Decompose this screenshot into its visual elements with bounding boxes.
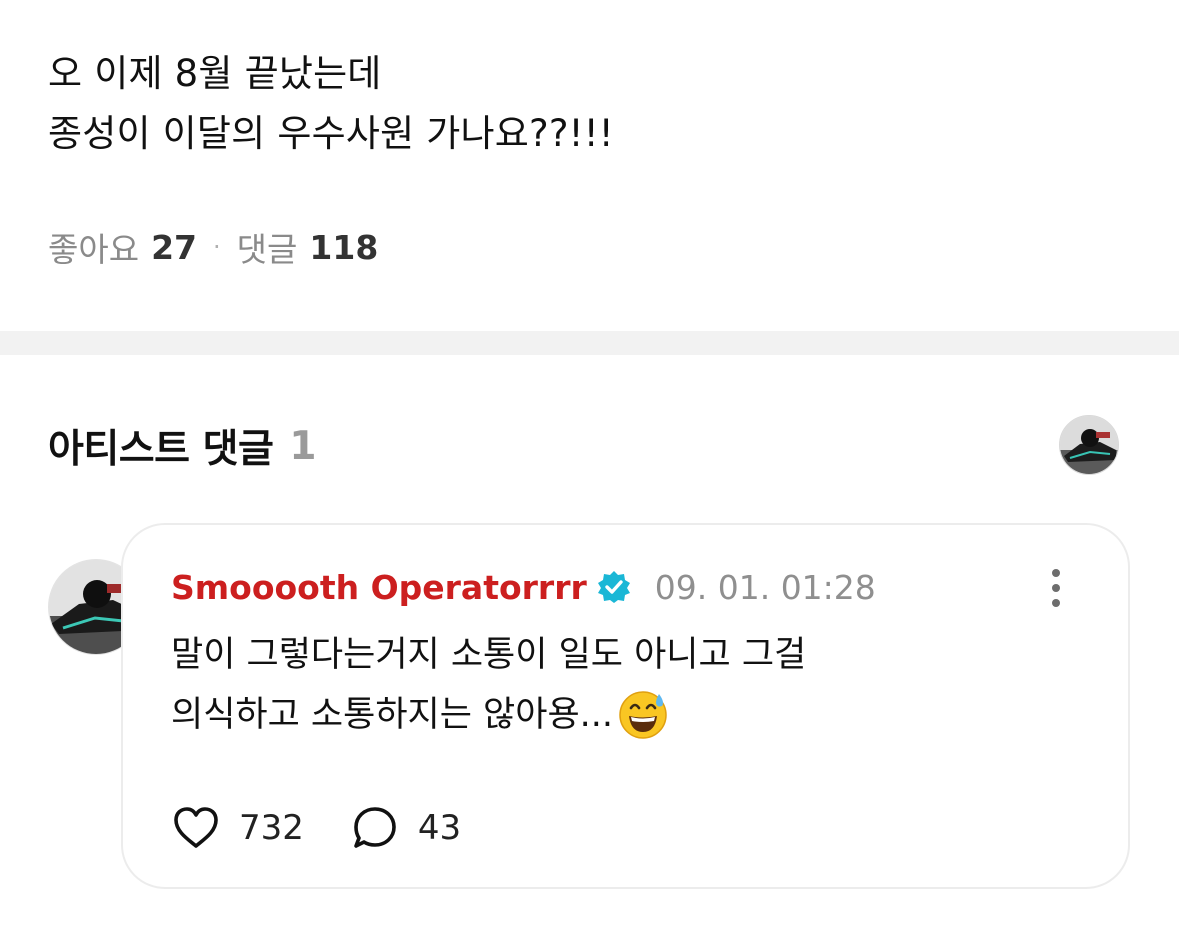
more-vertical-icon[interactable] [1044, 567, 1068, 609]
comment-meta: Smooooth Operatorrrr 09. 01. 01:28 [171, 565, 876, 609]
likes-label[interactable]: 좋아요 [48, 223, 139, 271]
post-body: 오 이제 8월 끝났는데 종성이 이달의 우수사원 가나요??!!! [48, 44, 1128, 164]
comment-text-line-2: 의식하고 소통하지는 않아용... [171, 685, 1051, 745]
heart-icon [174, 807, 218, 848]
verified-badge-icon [597, 571, 630, 603]
comments-count[interactable]: 118 [309, 228, 378, 267]
stats-separator: · [213, 233, 221, 261]
comment-actions: 732 43 [171, 803, 507, 853]
comment-author-name[interactable]: Smooooth Operatorrrr [171, 568, 587, 607]
reply-count: 43 [417, 808, 462, 848]
comments-label[interactable]: 댓글 [237, 223, 298, 271]
post-stats: 좋아요 27 · 댓글 118 [48, 222, 378, 272]
post-text-line-2: 종성이 이달의 우수사원 가나요??!!! [48, 112, 614, 155]
post-text-line-1: 오 이제 8월 끝났는데 [48, 52, 382, 95]
comment-text-line-1: 말이 그렇다는거지 소통이 일도 아니고 그걸 [171, 635, 807, 675]
section-divider [0, 331, 1179, 355]
artist-comments-title: 아티스트 댓글 [48, 427, 274, 472]
likes-count[interactable]: 27 [151, 228, 197, 267]
speech-bubble-icon [354, 807, 396, 848]
artist-comments-count: 1 [289, 423, 317, 469]
like-count: 732 [239, 808, 304, 848]
comment-text: 말이 그렇다는거지 소통이 일도 아니고 그걸 의식하고 소통하지는 않아용..… [171, 625, 1051, 745]
reply-button[interactable]: 43 [350, 803, 461, 853]
artist-comment-card: Smooooth Operatorrrr 09. 01. 01:28 말이 그렇… [121, 523, 1130, 889]
artist-comments-header: 아티스트 댓글 1 [48, 418, 317, 474]
avatar-image [1060, 416, 1118, 474]
comment-timestamp: 09. 01. 01:28 [654, 567, 876, 607]
artist-avatar[interactable] [1059, 415, 1119, 475]
grinning-sweat-emoji-icon [619, 691, 667, 739]
like-button[interactable]: 732 [171, 803, 304, 853]
comment-text-line-2-text: 의식하고 소통하지는 않아용... [171, 695, 614, 735]
